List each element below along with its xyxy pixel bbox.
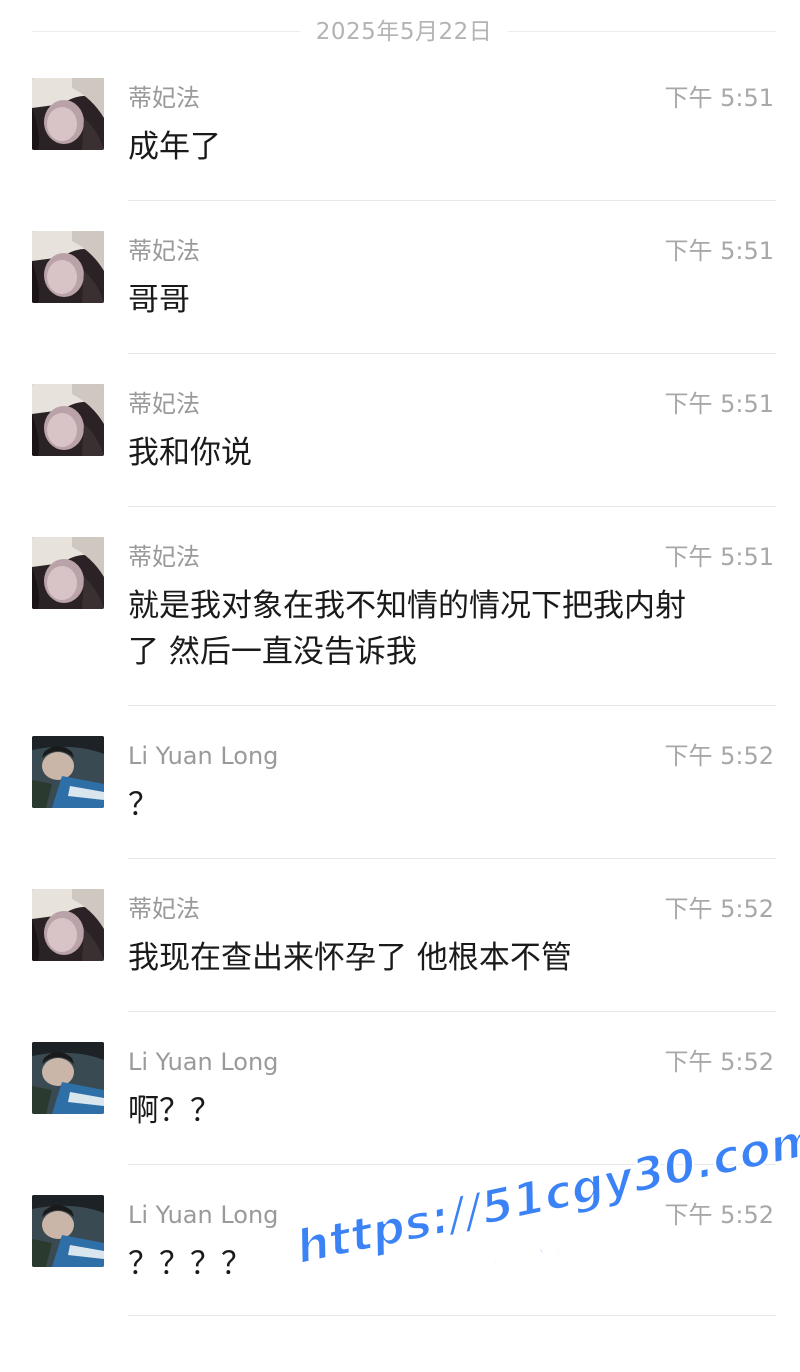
sender-name: Li Yuan Long	[128, 742, 279, 770]
message-divider	[128, 1011, 776, 1012]
woman-avatar[interactable]	[32, 384, 104, 456]
message-time: 下午 5:52	[664, 742, 774, 770]
message-text: 哥哥	[128, 282, 190, 318]
woman-avatar[interactable]	[32, 537, 104, 609]
message-time: 下午 5:52	[664, 895, 774, 923]
man-avatar[interactable]	[32, 736, 104, 808]
sender-name: 蒂妃法	[128, 543, 200, 571]
date-separator-text: 2025年5月22日	[315, 19, 493, 45]
watermark: https://51cgy30.com 看完整版	[288, 1098, 800, 1372]
sender-name: Li Yuan Long	[128, 1048, 279, 1076]
man-avatar[interactable]	[32, 1195, 104, 1267]
message-divider	[128, 858, 776, 859]
woman-avatar[interactable]	[32, 889, 104, 961]
message-divider	[128, 506, 776, 507]
sender-name: 蒂妃法	[128, 84, 200, 112]
woman-avatar[interactable]	[32, 78, 104, 150]
message-text: ？	[128, 787, 159, 823]
message-divider	[128, 1164, 776, 1165]
sender-name: 蒂妃法	[128, 390, 200, 418]
sender-name: 蒂妃法	[128, 237, 200, 265]
message-divider	[128, 1315, 776, 1316]
sender-name: 蒂妃法	[128, 895, 200, 923]
message-divider	[128, 705, 776, 706]
message-time: 下午 5:51	[664, 237, 774, 265]
message-text: 就是我对象在我不知情的情况下把我内射 了 然后一直没告诉我	[128, 588, 686, 670]
message-time: 下午 5:51	[664, 543, 774, 571]
message-text: 啊？？	[128, 1093, 221, 1129]
woman-avatar[interactable]	[32, 231, 104, 303]
date-separator-line-right	[508, 31, 776, 32]
message-time: 下午 5:52	[664, 1048, 774, 1076]
sender-name: Li Yuan Long	[128, 1201, 279, 1229]
message-divider	[128, 353, 776, 354]
message-text: 我和你说	[128, 435, 252, 471]
message-divider	[128, 200, 776, 201]
date-separator-line-left	[32, 31, 300, 32]
message-text: 我现在查出来怀孕了 他根本不管	[128, 940, 572, 976]
message-text: 成年了	[128, 129, 221, 165]
message-time: 下午 5:51	[664, 84, 774, 112]
date-separator: 2025年5月22日	[0, 0, 800, 64]
message-time: 下午 5:52	[664, 1201, 774, 1229]
man-avatar[interactable]	[32, 1042, 104, 1114]
message-text: ？？？？	[128, 1246, 252, 1282]
message-time: 下午 5:51	[664, 390, 774, 418]
